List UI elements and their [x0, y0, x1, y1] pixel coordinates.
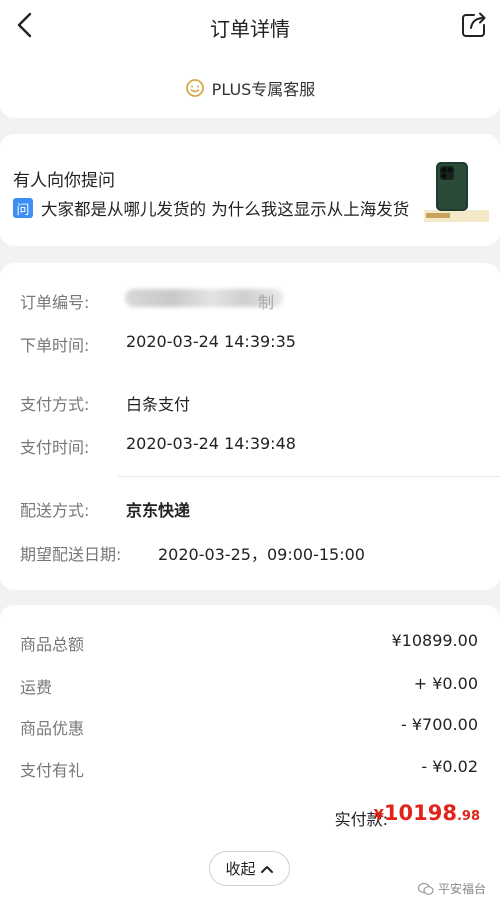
pay-time-value: 2020-03-24 14:39:48 [126, 434, 296, 453]
question-title: 有人向你提问 [13, 171, 115, 191]
total-value: ¥10899.00 [391, 631, 478, 650]
shipping-label: 运费 [20, 678, 53, 697]
question-badge-icon: 问 [13, 198, 33, 218]
watermark: 平安福台 [417, 880, 486, 897]
wechat-icon [417, 882, 434, 895]
order-number-suffix: 制 [258, 293, 275, 312]
product-thumbnail[interactable] [424, 160, 489, 222]
total-label: 商品总额 [20, 635, 85, 654]
plus-service-label: PLUS专属客服 [211, 80, 316, 99]
pay-method-label: 支付方式: [20, 395, 90, 414]
paid-decimal: .98 [456, 809, 480, 824]
service-card: PLUS专属客服 [0, 52, 500, 118]
order-number-label: 订单编号: [20, 293, 90, 312]
share-icon[interactable] [458, 9, 490, 41]
chevron-up-icon [260, 865, 273, 873]
pay-time-label: 支付时间: [20, 438, 90, 457]
smile-icon [185, 79, 204, 97]
plus-service-button[interactable]: PLUS专属客服 [0, 76, 500, 100]
shipping-value: + ¥0.00 [413, 674, 478, 693]
paid-integer: 10198 [383, 801, 457, 825]
paid-amount: ¥10198.98 [373, 801, 480, 825]
expected-date-value: 2020-03-25，09:00-15:00 [158, 545, 365, 564]
question-text: 大家都是从哪儿发货的 为什么我这显示从上海发货 [41, 200, 410, 219]
question-row[interactable]: 问 大家都是从哪儿发货的 为什么我这显示从上海发货 [13, 196, 409, 220]
gift-label: 支付有礼 [20, 761, 85, 780]
collapse-label: 收起 [225, 860, 256, 878]
order-time-label: 下单时间: [20, 336, 90, 355]
discount-value: - ¥700.00 [400, 715, 478, 734]
navbar: 订单详情 [0, 0, 500, 52]
expected-date-label: 期望配送日期: [20, 545, 122, 564]
page-title: 订单详情 [210, 17, 290, 41]
delivery-value: 京东快递 [126, 501, 191, 520]
order-time-value: 2020-03-24 14:39:35 [126, 332, 296, 351]
watermark-text: 平安福台 [437, 882, 486, 896]
divider [118, 476, 500, 477]
pay-method-value: 白条支付 [126, 395, 191, 414]
gift-value: - ¥0.02 [421, 757, 478, 776]
delivery-label: 配送方式: [20, 501, 90, 520]
paid-currency: ¥ [373, 806, 384, 824]
collapse-button[interactable]: 收起 [209, 851, 290, 886]
discount-label: 商品优惠 [20, 719, 85, 738]
